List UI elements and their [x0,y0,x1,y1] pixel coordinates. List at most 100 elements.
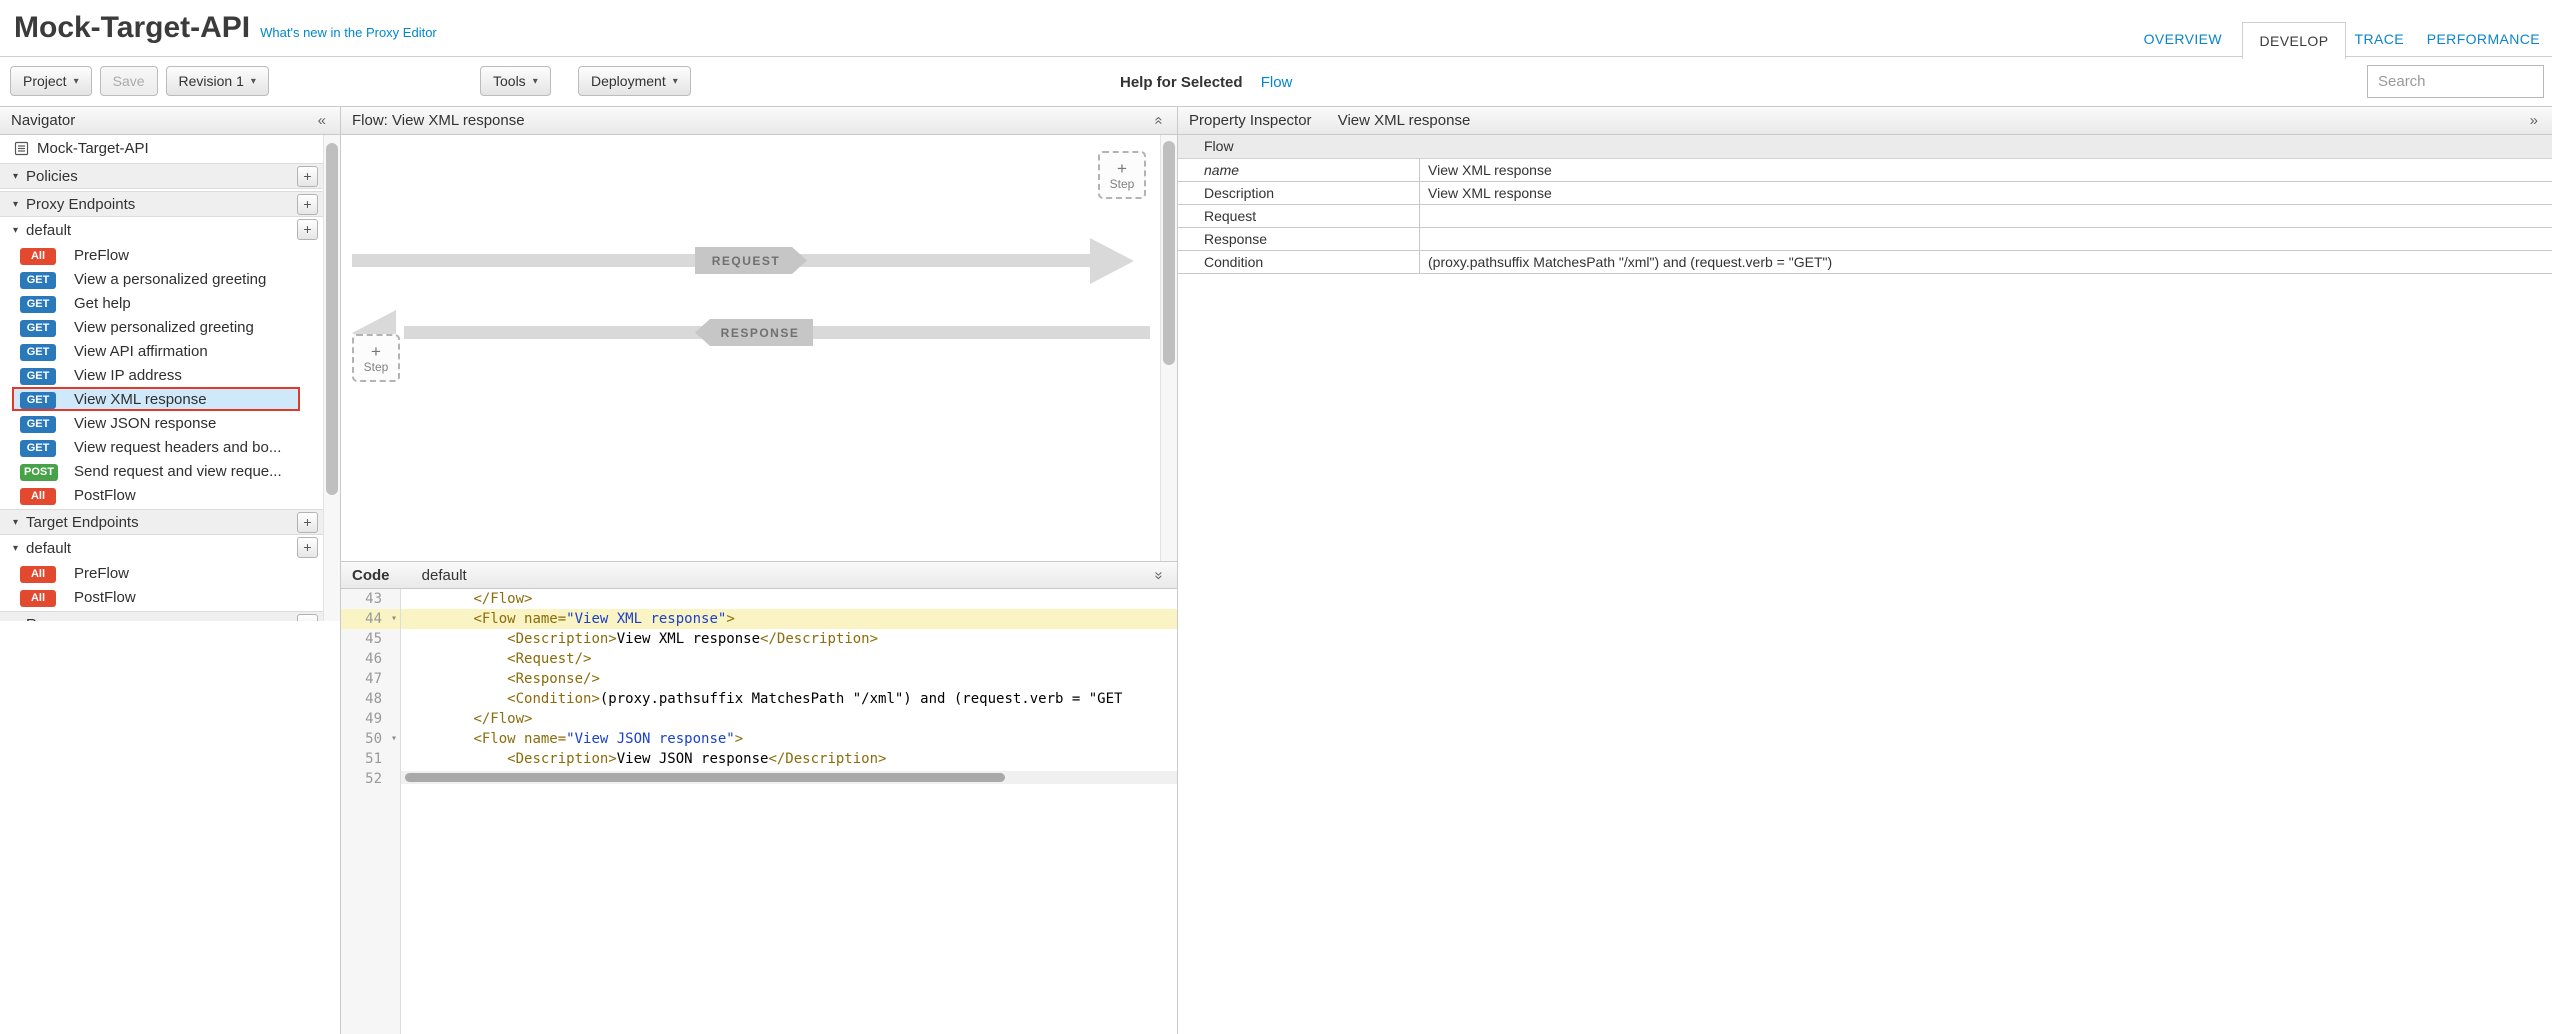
deployment-menu-button[interactable]: Deployment ▾ [578,66,691,96]
flow-item-label: View JSON response [74,415,216,432]
flow-item-label: View IP address [74,367,182,384]
flow-item[interactable]: GET View request headers and bo... [0,435,340,459]
flow-item[interactable]: GET Get help [0,291,340,315]
expand-property-panel-icon[interactable]: » [2530,107,2538,134]
add-proxy-endpoint-button[interactable]: + [297,194,318,215]
property-label: Response [1178,228,1420,250]
property-value[interactable]: View XML response [1420,182,2552,204]
gutter-line-number[interactable]: 46 [341,649,400,669]
fold-toggle-icon[interactable]: ▾ [391,609,397,629]
method-badge: GET [20,392,56,409]
method-badge: All [20,488,56,505]
tools-menu-button[interactable]: Tools ▾ [480,66,551,96]
code-line[interactable]: <Flow name="View JSON response"> [401,729,1177,749]
request-lane-badge: REQUEST [695,247,807,274]
gutter-line-number[interactable]: 50▾ [341,729,400,749]
gutter-line-number[interactable]: 43 [341,589,400,609]
method-badge: POST [20,464,58,481]
flow-item[interactable]: GET View personalized greeting [0,315,340,339]
flow-item-selected[interactable]: GET View XML response [12,387,300,411]
flow-item[interactable]: GET View IP address [0,363,340,387]
gutter-line-number[interactable]: 44▾ [341,609,400,629]
code-line[interactable]: <Description>View XML response</Descript… [401,629,1177,649]
add-step-button-response[interactable]: + Step [352,334,400,382]
flow-item-label: View XML response [74,391,207,408]
flow-panel-header: Flow: View XML response « [341,107,1177,135]
code-panel-title: Code [352,567,390,584]
code-line[interactable]: <Flow name="View XML response"> [401,609,1177,629]
navigator-root-item[interactable]: Mock-Target-API [0,135,340,161]
add-flow-button[interactable]: + [297,219,318,240]
flow-item[interactable]: GET View API affirmation [0,339,340,363]
gutter-line-number[interactable]: 49 [341,709,400,729]
tab-performance[interactable]: PERFORMANCE [2427,31,2540,47]
whats-new-link[interactable]: What's new in the Proxy Editor [260,25,437,40]
step-button-label: Step [1110,177,1135,191]
flow-item-label: Get help [74,295,131,312]
property-value[interactable]: View XML response [1420,159,2552,181]
page-title: Mock-Target-API [14,10,250,46]
section-resources-clipped[interactable]: ▾ Resources + [0,611,340,621]
save-button[interactable]: Save [100,66,158,96]
caret-down-icon: ▾ [673,76,678,87]
code-line[interactable]: <Description>View JSON response</Descrip… [401,749,1177,769]
code-line[interactable]: <Condition>(proxy.pathsuffix MatchesPath… [401,689,1177,709]
tab-develop[interactable]: DEVELOP [2242,22,2346,59]
flow-item-postflow[interactable]: All PostFlow [0,483,340,507]
code-line[interactable]: </Flow> [401,589,1177,609]
tab-trace[interactable]: TRACE [2355,31,2404,47]
add-resource-button[interactable]: + [297,614,318,621]
gutter-line-number[interactable]: 47 [341,669,400,689]
tab-overview[interactable]: OVERVIEW [2144,31,2222,47]
flow-item[interactable]: POST Send request and view reque... [0,459,340,483]
target-endpoint-default[interactable]: ▾ default + [0,535,340,561]
collapse-code-panel-icon[interactable]: » [1145,571,1172,579]
add-step-button-request[interactable]: + Step [1098,151,1146,199]
gutter-line-number[interactable]: 52 [341,769,400,789]
section-target-endpoints[interactable]: ▾ Target Endpoints + [0,509,340,535]
code-panel-subtitle: default [422,567,467,584]
proxy-endpoint-default[interactable]: ▾ default + [0,217,340,243]
section-proxy-endpoints[interactable]: ▾ Proxy Endpoints + [0,191,340,217]
code-editor: 4344▾454647484950▾5152 </Flow> <Flow nam… [341,589,1177,1034]
gutter-line-number[interactable]: 45 [341,629,400,649]
navigator-scrollbar-thumb[interactable] [326,143,338,495]
proxy-endpoint-default-label: default [26,222,71,239]
flow-item-preflow[interactable]: All PreFlow [0,243,340,267]
code-line[interactable]: </Flow> [401,709,1177,729]
project-menu-button[interactable]: Project ▾ [10,66,92,96]
gutter-line-number[interactable]: 48 [341,689,400,709]
help-flow-link[interactable]: Flow [1261,74,1293,91]
property-value[interactable] [1420,228,2552,250]
code-line[interactable]: <Response/> [401,669,1177,689]
tools-label: Tools [493,73,526,89]
flow-canvas-scrollbar-thumb[interactable] [1163,141,1175,365]
add-target-endpoint-button[interactable]: + [297,512,318,533]
collapse-navigator-icon[interactable]: « [318,107,326,134]
code-hscrollbar-thumb[interactable] [405,773,1005,782]
add-target-flow-button[interactable]: + [297,537,318,558]
flow-item[interactable]: GET View a personalized greeting [0,267,340,291]
root-item-label: Mock-Target-API [37,140,149,157]
help-for-selected-label: Help for Selected [1120,74,1243,91]
target-endpoint-default-label: default [26,540,71,557]
code-lines[interactable]: </Flow> <Flow name="View XML response"> … [401,589,1177,1034]
gutter-line-number[interactable]: 51 [341,749,400,769]
property-row-description: Description View XML response [1178,182,2552,205]
property-label: name [1178,159,1420,181]
code-line[interactable]: <Request/> [401,649,1177,669]
proxy-doc-icon [14,141,29,156]
property-value[interactable]: (proxy.pathsuffix MatchesPath "/xml") an… [1420,251,2552,273]
plus-icon: + [1117,160,1127,177]
fold-toggle-icon[interactable]: ▾ [391,729,397,749]
add-policy-button[interactable]: + [297,166,318,187]
search-input[interactable] [2367,65,2544,98]
target-flow-item-preflow[interactable]: All PreFlow [0,561,340,585]
section-policies[interactable]: ▾ Policies + [0,163,340,189]
target-flow-item-postflow[interactable]: All PostFlow [0,585,340,609]
flow-item[interactable]: GET View JSON response [0,411,340,435]
revision-menu-button[interactable]: Revision 1 ▾ [166,66,269,96]
method-badge: GET [20,368,56,385]
collapse-flow-panel-icon[interactable]: « [1145,116,1172,124]
property-value[interactable] [1420,205,2552,227]
